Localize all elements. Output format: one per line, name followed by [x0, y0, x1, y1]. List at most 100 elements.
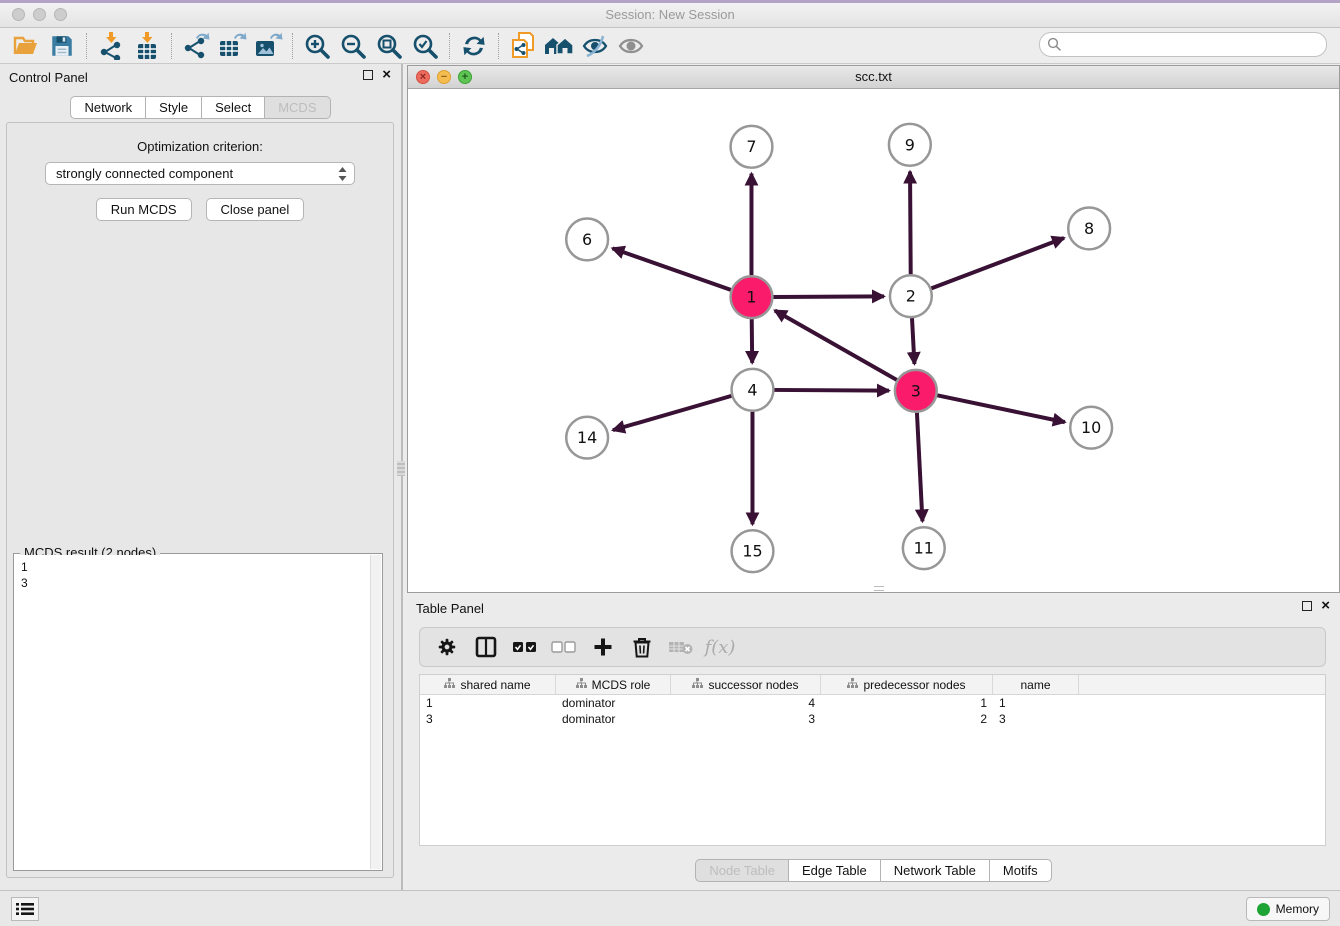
app-titlebar: Session: New Session — [0, 3, 1340, 28]
criterion-select[interactable]: strongly connected component — [45, 162, 355, 185]
deselect-all-icon[interactable] — [549, 633, 579, 661]
task-history-button[interactable] — [11, 897, 39, 921]
settings-gear-icon[interactable] — [432, 633, 462, 661]
table-cell[interactable]: dominator — [556, 695, 671, 711]
export-table-icon[interactable] — [214, 30, 250, 62]
column-header-MCDS-role[interactable]: MCDS role — [556, 675, 671, 694]
search-icon — [1047, 37, 1062, 57]
graph-edge-2-8[interactable] — [931, 238, 1064, 288]
table-cell[interactable]: 1 — [821, 695, 993, 711]
graph-node-8[interactable]: 8 — [1068, 208, 1110, 250]
table-cell[interactable]: 1 — [993, 695, 1079, 711]
table-panel: Table Panel × — [407, 595, 1340, 890]
column-label: successor nodes — [708, 678, 798, 692]
memory-status-icon — [1257, 903, 1270, 916]
graph-node-9[interactable]: 9 — [889, 124, 931, 166]
select-all-icon[interactable] — [510, 633, 540, 661]
zoom-out-icon[interactable] — [335, 30, 371, 62]
result-scrollbar[interactable] — [370, 555, 381, 869]
delete-row-icon[interactable] — [627, 633, 657, 661]
tab-network-table[interactable]: Network Table — [880, 859, 989, 882]
graph-node-15[interactable]: 15 — [732, 530, 774, 572]
add-row-icon[interactable] — [588, 633, 618, 661]
node-table[interactable]: shared nameMCDS role successor nodes prede… — [419, 674, 1326, 846]
home-icon[interactable] — [541, 30, 577, 62]
refresh-view-icon[interactable] — [456, 30, 492, 62]
column-label: name — [1020, 678, 1050, 692]
show-columns-icon[interactable] — [471, 633, 501, 661]
duplicate-network-icon[interactable] — [505, 30, 541, 62]
close-panel-button[interactable]: Close panel — [206, 198, 305, 221]
column-header-shared-name[interactable]: shared name — [420, 675, 556, 694]
graph-node-7[interactable]: 7 — [731, 126, 773, 168]
graph-edge-3-11[interactable] — [917, 413, 923, 522]
table-cell[interactable]: 3 — [420, 711, 556, 727]
tab-network[interactable]: Network — [70, 96, 145, 119]
graph-edge-2-9[interactable] — [910, 172, 911, 275]
table-cell[interactable]: 4 — [671, 695, 821, 711]
column-attribute-icon — [444, 678, 455, 692]
import-table-icon[interactable] — [129, 30, 165, 62]
graph-node-14[interactable]: 14 — [566, 417, 608, 459]
delete-column-icon[interactable] — [666, 633, 696, 661]
close-panel-icon[interactable]: × — [382, 69, 391, 81]
zoom-fit-icon[interactable] — [371, 30, 407, 62]
table-cell[interactable]: 3 — [671, 711, 821, 727]
zoom-selected-icon[interactable] — [407, 30, 443, 62]
graph-node-11[interactable]: 11 — [903, 527, 945, 569]
search-field-wrap — [1039, 32, 1327, 57]
save-session-icon[interactable] — [44, 30, 80, 62]
search-input[interactable] — [1039, 32, 1327, 57]
tab-style[interactable]: Style — [145, 96, 201, 119]
panel-splitter-handle[interactable] — [397, 461, 405, 476]
zoom-in-icon[interactable] — [299, 30, 335, 62]
float-panel-icon[interactable] — [363, 70, 373, 80]
graph-edge-4-14[interactable] — [613, 396, 731, 430]
network-window-titlebar[interactable]: × − + scc.txt — [408, 66, 1339, 89]
table-row[interactable]: 1dominator411 — [420, 695, 1325, 711]
function-builder-icon[interactable]: f(x) — [705, 633, 735, 661]
table-cell[interactable]: dominator — [556, 711, 671, 727]
graph-edge-1-2[interactable] — [773, 296, 884, 297]
column-header-name[interactable]: name — [993, 675, 1079, 694]
network-canvas[interactable]: 7 9 6 8 1 2 4 3 14 10 15 11 — [408, 89, 1339, 592]
memory-button[interactable]: Memory — [1246, 897, 1330, 921]
export-network-icon[interactable] — [178, 30, 214, 62]
memory-label: Memory — [1276, 902, 1319, 916]
graph-node-4[interactable]: 4 — [732, 369, 774, 411]
table-cell[interactable]: 3 — [993, 711, 1079, 727]
open-session-icon[interactable] — [8, 30, 44, 62]
tab-motifs[interactable]: Motifs — [989, 859, 1052, 882]
export-image-icon[interactable] — [250, 30, 286, 62]
graph-edge-2-3[interactable] — [912, 318, 914, 364]
tab-select[interactable]: Select — [201, 96, 264, 119]
column-header-predecessor-nodes[interactable]: predecessor nodes — [821, 675, 993, 694]
run-mcds-button[interactable]: Run MCDS — [96, 198, 192, 221]
table-cell[interactable]: 2 — [821, 711, 993, 727]
graph-node-1[interactable]: 1 — [731, 276, 773, 318]
graph-node-2[interactable]: 2 — [890, 275, 932, 317]
tab-mcds[interactable]: MCDS — [264, 96, 330, 119]
close-table-panel-icon[interactable]: × — [1321, 600, 1330, 612]
import-network-icon[interactable] — [93, 30, 129, 62]
hide-panels-icon[interactable] — [577, 30, 613, 62]
table-row[interactable]: 3dominator323 — [420, 711, 1325, 727]
table-cell[interactable]: 1 — [420, 695, 556, 711]
graph-node-10[interactable]: 10 — [1070, 407, 1112, 449]
column-header-successor-nodes[interactable]: successor nodes — [671, 675, 821, 694]
node-label: 3 — [911, 381, 921, 400]
graph-edge-1-6[interactable] — [613, 248, 731, 290]
graph-edge-4-3[interactable] — [774, 390, 889, 391]
graph-node-3[interactable]: 3 — [895, 370, 937, 412]
tab-node-table[interactable]: Node Table — [695, 859, 788, 882]
graph-edge-3-1[interactable] — [775, 310, 897, 379]
network-resize-grip[interactable] — [874, 586, 884, 591]
mcds-result-text[interactable]: 1 3 — [15, 555, 370, 869]
app-title: Session: New Session — [0, 7, 1340, 22]
show-view-icon[interactable] — [613, 30, 649, 62]
toolbar-separator — [498, 33, 499, 59]
float-table-panel-icon[interactable] — [1302, 601, 1312, 611]
tab-edge-table[interactable]: Edge Table — [788, 859, 880, 882]
graph-edge-3-10[interactable] — [937, 395, 1065, 422]
graph-node-6[interactable]: 6 — [566, 218, 608, 260]
